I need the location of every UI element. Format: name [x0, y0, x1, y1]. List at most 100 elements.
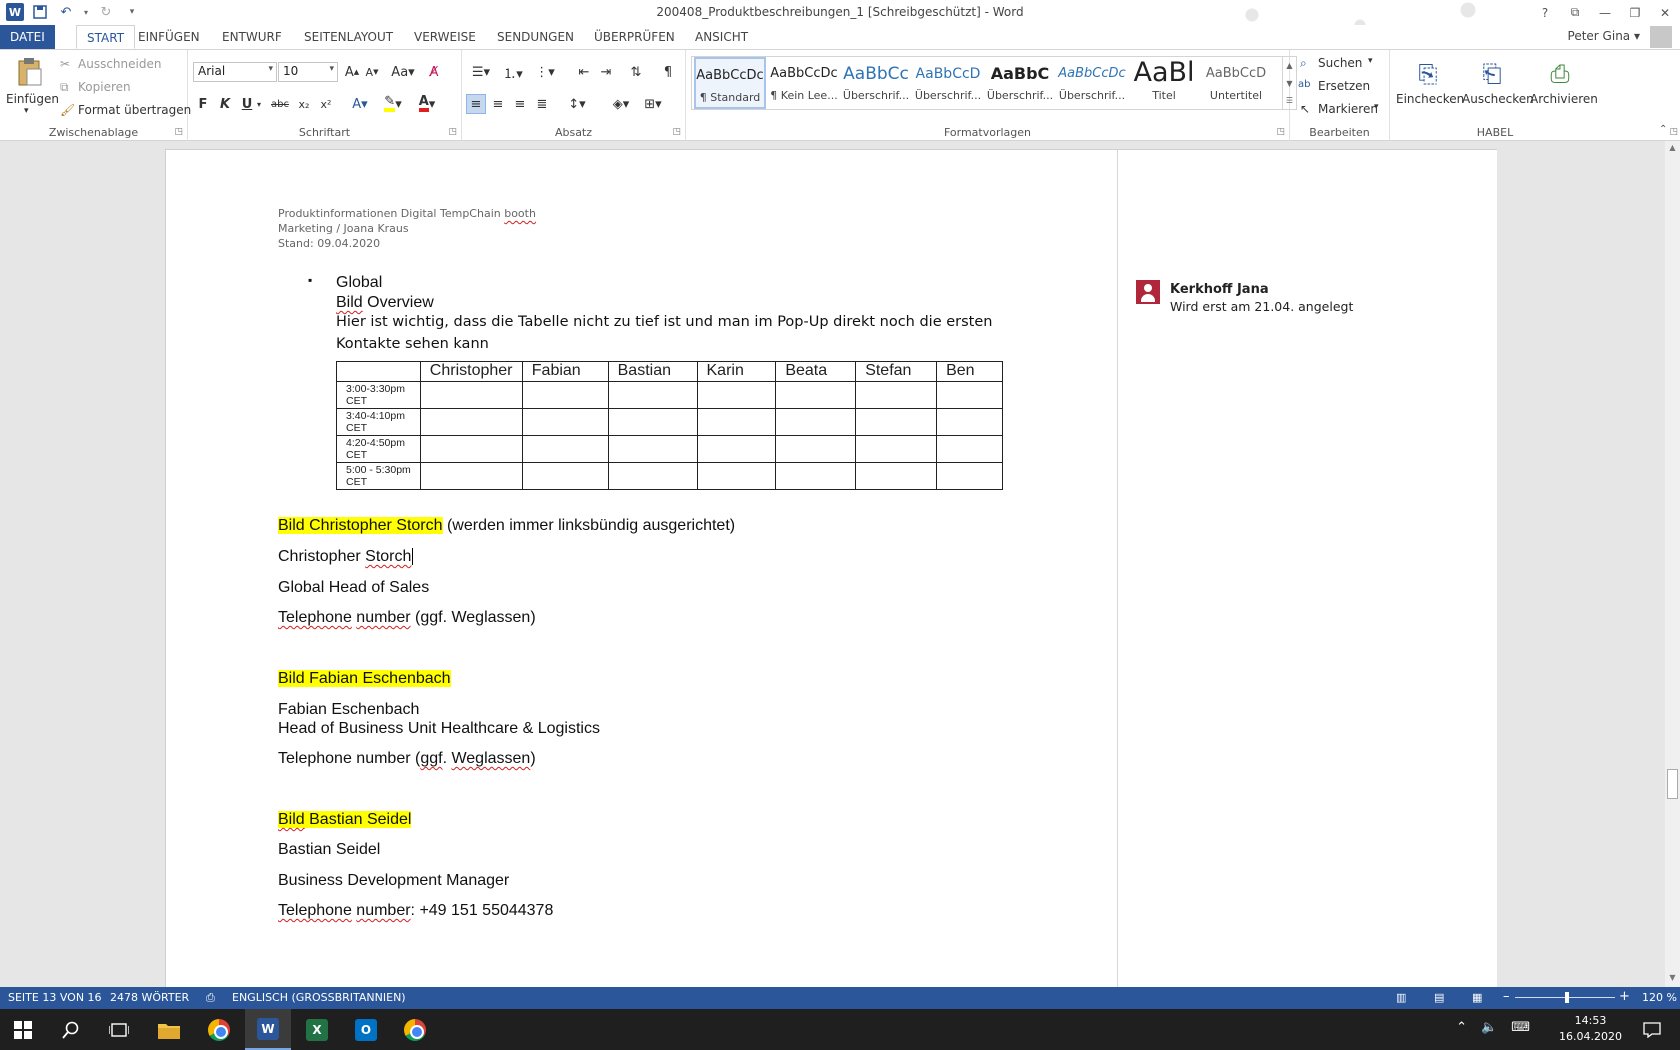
- tab-sendungen[interactable]: SENDUNGEN: [487, 25, 584, 49]
- time-slot-cell[interactable]: 3:00-3:30pm CET: [336, 381, 421, 409]
- table-cell[interactable]: [775, 381, 857, 409]
- tab-verweise[interactable]: VERWEISE: [404, 25, 486, 49]
- task-view-icon[interactable]: [96, 1009, 142, 1050]
- language-indicator[interactable]: ENGLISCH (GROSSBRITANNIEN): [232, 991, 406, 1004]
- style-heading-4[interactable]: AaBbCcDc Überschrif...: [1056, 57, 1128, 109]
- table-cell[interactable]: [775, 462, 857, 490]
- table-cell[interactable]: [521, 408, 609, 436]
- table-cell[interactable]: [696, 462, 777, 490]
- format-painter-button[interactable]: Format übertragen: [78, 103, 191, 117]
- multilevel-list-icon[interactable]: ⋮▾: [530, 62, 560, 82]
- time-slot-cell[interactable]: 5:00 - 5:30pm CET: [336, 462, 421, 490]
- style-heading-2[interactable]: AaBbCcD Überschrif...: [912, 57, 984, 109]
- table-cell[interactable]: [521, 462, 609, 490]
- show-formatting-marks-icon[interactable]: ¶: [658, 62, 678, 82]
- table-cell[interactable]: [855, 408, 938, 436]
- web-layout-icon[interactable]: ▦: [1472, 991, 1482, 1004]
- tab-ueberpruefen[interactable]: ÜBERPRÜFEN: [584, 25, 685, 49]
- restore-button[interactable]: ❐: [1620, 0, 1650, 25]
- table-cell[interactable]: [419, 381, 523, 409]
- change-case-icon[interactable]: Aa▾: [388, 62, 418, 82]
- increase-indent-icon[interactable]: ⇥: [596, 62, 616, 82]
- text-effects-icon[interactable]: A▾: [346, 94, 374, 114]
- table-cell[interactable]: [696, 381, 777, 409]
- zoom-out-button[interactable]: –: [1503, 989, 1510, 1004]
- chrome-icon[interactable]: [392, 1009, 438, 1050]
- table-cell[interactable]: [607, 435, 698, 463]
- taskbar-word-icon[interactable]: W: [245, 1009, 291, 1050]
- habel-launcher-icon[interactable]: ◳: [1669, 127, 1678, 137]
- table-cell[interactable]: [936, 462, 1003, 490]
- table-cell[interactable]: [521, 381, 609, 409]
- table-cell[interactable]: [607, 462, 698, 490]
- proofing-icon[interactable]: ⎙: [206, 991, 215, 1005]
- table-cell[interactable]: [607, 381, 698, 409]
- shrink-font-icon[interactable]: A ▼: [362, 62, 382, 82]
- table-cell[interactable]: [936, 435, 1003, 463]
- paste-dropdown-icon[interactable]: ▾: [24, 106, 29, 116]
- time-slot-cell[interactable]: 4:20-4:50pm CET: [336, 435, 421, 463]
- vertical-scrollbar[interactable]: ▲ ▼: [1665, 141, 1680, 987]
- table-cell[interactable]: [936, 408, 1003, 436]
- page-counter[interactable]: SEITE 13 VON 16: [8, 991, 102, 1004]
- chevron-down-icon[interactable]: ▾: [1374, 102, 1379, 112]
- scroll-down-icon[interactable]: ▼: [1665, 973, 1680, 982]
- copy-button[interactable]: Kopieren: [78, 80, 131, 94]
- collapse-ribbon-icon[interactable]: ⌃: [1659, 124, 1667, 135]
- avatar[interactable]: [1650, 26, 1672, 48]
- style-kein-leerraum[interactable]: AaBbCcDc ¶ Kein Lee...: [768, 57, 840, 109]
- align-right-icon[interactable]: ≡: [510, 94, 530, 114]
- checkout-button[interactable]: Auschecken: [1462, 92, 1534, 106]
- superscript-button[interactable]: x²: [316, 94, 336, 114]
- numbering-icon[interactable]: ⒈▾: [498, 62, 528, 82]
- file-explorer-icon[interactable]: [146, 1009, 192, 1050]
- close-button[interactable]: ✕: [1650, 0, 1680, 25]
- ribbon-display-options-button[interactable]: ⧉: [1560, 0, 1590, 25]
- decrease-indent-icon[interactable]: ⇤: [574, 62, 594, 82]
- keyboard-icon[interactable]: ⌨: [1511, 1020, 1530, 1035]
- underline-dropdown-icon[interactable]: ▾: [254, 94, 264, 114]
- find-button[interactable]: Suchen: [1318, 56, 1362, 70]
- zoom-level[interactable]: 120 %: [1642, 991, 1677, 1004]
- tab-start[interactable]: START: [76, 25, 136, 49]
- table-cell[interactable]: [855, 381, 938, 409]
- taskbar-excel-icon[interactable]: X: [294, 1009, 340, 1050]
- table-cell[interactable]: [419, 462, 523, 490]
- scroll-up-icon[interactable]: ▲: [1665, 143, 1680, 152]
- table-cell[interactable]: [419, 408, 523, 436]
- shading-icon[interactable]: ◈▾: [606, 94, 636, 114]
- align-left-icon[interactable]: ≡: [466, 94, 486, 114]
- table-cell[interactable]: [855, 462, 938, 490]
- user-account[interactable]: Peter Gina ▾: [1568, 29, 1640, 43]
- strikethrough-button[interactable]: abc: [268, 94, 292, 114]
- system-clock[interactable]: 14:53 16.04.2020: [1559, 1013, 1622, 1045]
- print-layout-icon[interactable]: ▤: [1434, 991, 1444, 1004]
- tab-einfuegen[interactable]: EINFÜGEN: [128, 25, 210, 49]
- style-subtitle[interactable]: AaBbCcD Untertitel: [1200, 57, 1272, 109]
- tab-ansicht[interactable]: ANSICHT: [685, 25, 758, 49]
- clipboard-launcher-icon[interactable]: ◳: [174, 127, 183, 137]
- tab-entwurf[interactable]: ENTWURF: [212, 25, 292, 49]
- styles-launcher-icon[interactable]: ◳: [1276, 127, 1285, 137]
- document-page[interactable]: Produktinformationen Digital TempChain b…: [165, 149, 1497, 987]
- font-family-select[interactable]: Arial ▾: [193, 62, 277, 82]
- notifications-icon[interactable]: [1630, 1009, 1674, 1050]
- table-cell[interactable]: [775, 408, 857, 436]
- borders-icon[interactable]: ⊞▾: [638, 94, 668, 114]
- search-icon[interactable]: [48, 1009, 94, 1050]
- table-cell[interactable]: [855, 435, 938, 463]
- chevron-up-icon[interactable]: ⌃: [1456, 1020, 1467, 1035]
- paragraph-launcher-icon[interactable]: ◳: [672, 127, 681, 137]
- tab-seitenlayout[interactable]: SEITENLAYOUT: [294, 25, 403, 49]
- word-count[interactable]: 2478 WÖRTER: [110, 991, 189, 1004]
- time-slot-cell[interactable]: 3:40-4:10pm CET: [336, 408, 421, 436]
- highlight-color-icon[interactable]: ✎ ▾: [378, 94, 408, 114]
- sort-icon[interactable]: ⇅: [626, 62, 646, 82]
- comment-text[interactable]: Wird erst am 21.04. angelegt: [1170, 299, 1353, 314]
- scrollbar-thumb[interactable]: [1667, 769, 1678, 799]
- clear-formatting-icon[interactable]: A̸: [424, 62, 444, 82]
- style-standard[interactable]: AaBbCcDc ¶ Standard: [694, 57, 766, 109]
- table-cell[interactable]: [936, 381, 1003, 409]
- taskbar-outlook-icon[interactable]: O: [343, 1009, 389, 1050]
- table-cell[interactable]: [696, 408, 777, 436]
